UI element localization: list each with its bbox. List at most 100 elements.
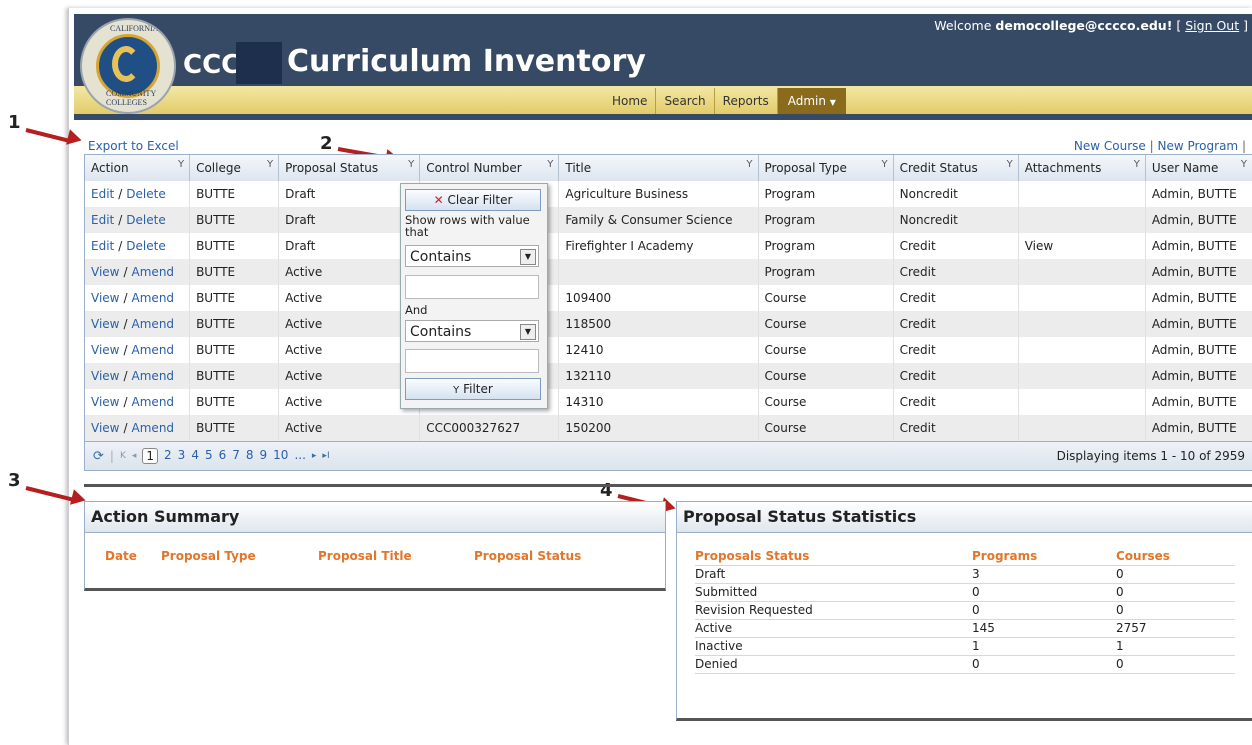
row-action-secondary-link[interactable]: Amend	[132, 369, 175, 383]
cell-user-name[interactable]: Admin, BUTTE	[1145, 415, 1252, 441]
filter-instructions: Show rows with value that	[405, 213, 530, 239]
cell-attachments[interactable]: View	[1018, 233, 1146, 259]
row-action-secondary-link[interactable]: Amend	[132, 343, 175, 357]
filter-icon[interactable]: Y	[547, 159, 553, 170]
filter-value-input-1[interactable]	[405, 275, 539, 299]
page-number-link[interactable]: 9	[260, 448, 268, 464]
column-header-user-name[interactable]: User Name Y	[1145, 155, 1252, 181]
cell-proposal-type: Program	[758, 207, 894, 233]
refresh-icon[interactable]: ⟳	[93, 449, 104, 464]
chevron-down-icon: ▼	[520, 249, 536, 265]
row-action-primary-link[interactable]: View	[91, 291, 119, 305]
row-action-secondary-link[interactable]: Amend	[132, 395, 175, 409]
filter-icon[interactable]: Y	[882, 159, 888, 170]
page-number-link[interactable]: 2	[164, 448, 172, 464]
stats-row: Denied 0 0	[695, 656, 1235, 674]
page-number-link[interactable]: 10	[273, 448, 288, 464]
row-action-primary-link[interactable]: View	[91, 369, 119, 383]
cell-proposal-status: Active	[278, 363, 421, 389]
stats-table: Proposals Status Programs Courses Draft 3…	[695, 548, 1235, 674]
column-header-attachments[interactable]: Attachments Y	[1018, 155, 1146, 181]
column-header-label: User Name	[1151, 161, 1219, 175]
cell-user-name[interactable]: Admin, BUTTE	[1145, 337, 1252, 363]
cell-college: BUTTE	[189, 311, 280, 337]
column-header-label: Credit Status	[899, 161, 978, 175]
row-action-primary-link[interactable]: Edit	[91, 239, 114, 253]
cell-user-name[interactable]: Admin, BUTTE	[1145, 389, 1252, 415]
filter-value-input-2[interactable]	[405, 349, 539, 373]
new-program-link[interactable]: New Program	[1158, 139, 1239, 153]
row-action-secondary-link[interactable]: Amend	[132, 291, 175, 305]
new-course-link[interactable]: New Course	[1074, 139, 1146, 153]
action-separator: /	[123, 291, 128, 305]
chevron-down-icon: ▼	[520, 324, 536, 340]
row-action-secondary-link[interactable]: Amend	[132, 265, 175, 279]
filter-icon[interactable]: Y	[408, 159, 414, 170]
nav-admin[interactable]: Admin ▼	[776, 88, 846, 114]
filter-operator-2-value: Contains	[410, 324, 472, 340]
sign-out-link[interactable]: Sign Out	[1185, 18, 1239, 33]
row-action-secondary-link[interactable]: Amend	[132, 317, 175, 331]
apply-filter-button[interactable]: Y Filter	[405, 378, 541, 400]
filter-operator-1-value: Contains	[410, 249, 472, 265]
page-number-link[interactable]: 5	[205, 448, 213, 464]
filter-operator-select-2[interactable]: Contains ▼	[405, 320, 539, 342]
filter-icon[interactable]: Y	[746, 159, 752, 170]
filter-icon[interactable]: Y	[1134, 159, 1140, 170]
filter-icon[interactable]: Y	[1007, 159, 1013, 170]
column-header-college[interactable]: College Y	[189, 155, 280, 181]
filter-operator-select-1[interactable]: Contains ▼	[405, 245, 539, 267]
export-to-excel-link[interactable]: Export to Excel	[88, 139, 179, 153]
column-header-proposal-status[interactable]: Proposal Status Y	[278, 155, 421, 181]
column-header-title[interactable]: Title Y	[558, 155, 759, 181]
row-actions: View / Amend	[85, 337, 191, 363]
next-page-icon[interactable]: ▸	[312, 451, 317, 461]
page-number-link[interactable]: 7	[232, 448, 240, 464]
row-actions: Edit / Delete	[85, 233, 191, 259]
clear-filter-button[interactable]: ✕ Clear Filter	[405, 189, 541, 211]
row-action-secondary-link[interactable]: Delete	[126, 213, 165, 227]
filter-icon[interactable]: Y	[1241, 159, 1247, 170]
cell-user-name[interactable]: Admin, BUTTE	[1145, 311, 1252, 337]
column-header-control-number[interactable]: Control Number Y	[419, 155, 560, 181]
row-action-secondary-link[interactable]: Delete	[126, 239, 165, 253]
row-action-primary-link[interactable]: Edit	[91, 187, 114, 201]
cell-proposal-status: Active	[278, 311, 421, 337]
cell-attachments	[1018, 337, 1146, 363]
last-page-icon[interactable]: ▸I	[322, 451, 329, 461]
cell-user-name[interactable]: Admin, BUTTE	[1145, 207, 1252, 233]
first-page-icon[interactable]: K	[120, 451, 126, 461]
cell-user-name[interactable]: Admin, BUTTE	[1145, 233, 1252, 259]
row-action-primary-link[interactable]: Edit	[91, 213, 114, 227]
nav-home[interactable]: Home	[604, 88, 655, 114]
row-action-primary-link[interactable]: View	[91, 265, 119, 279]
cell-user-name[interactable]: Admin, BUTTE	[1145, 259, 1252, 285]
row-action-secondary-link[interactable]: Delete	[126, 187, 165, 201]
filter-icon[interactable]: Y	[267, 159, 273, 170]
column-header-proposal-type[interactable]: Proposal Type Y	[758, 155, 894, 181]
cell-user-name[interactable]: Admin, BUTTE	[1145, 363, 1252, 389]
cell-user-name[interactable]: Admin, BUTTE	[1145, 285, 1252, 311]
page-number-link[interactable]: 3	[178, 448, 186, 464]
row-action-primary-link[interactable]: View	[91, 395, 119, 409]
row-action-primary-link[interactable]: View	[91, 343, 119, 357]
stats-cell-status: Active	[695, 621, 733, 635]
column-header-action[interactable]: Action Y	[85, 155, 191, 181]
nav-reports[interactable]: Reports	[713, 88, 777, 114]
row-action-primary-link[interactable]: View	[91, 317, 119, 331]
page-number-link[interactable]: 8	[246, 448, 254, 464]
stats-cell-programs: 0	[972, 657, 980, 671]
page-number-link[interactable]: ...	[294, 448, 305, 464]
nav-search[interactable]: Search	[655, 88, 713, 114]
filter-icon[interactable]: Y	[178, 159, 184, 170]
page-number-link[interactable]: 6	[219, 448, 227, 464]
row-actions: View / Amend	[85, 259, 191, 285]
prev-page-icon[interactable]: ◂	[132, 451, 137, 461]
table-row: Edit / Delete BUTTE Draft Family & Consumer S…	[85, 207, 1252, 233]
column-header-credit-status[interactable]: Credit Status Y	[893, 155, 1019, 181]
cell-user-name[interactable]: Admin, BUTTE	[1145, 181, 1252, 207]
page-number-link[interactable]: 4	[191, 448, 199, 464]
page-number-link[interactable]: 1	[142, 448, 159, 464]
row-action-primary-link[interactable]: View	[91, 421, 119, 435]
row-action-secondary-link[interactable]: Amend	[132, 421, 175, 435]
